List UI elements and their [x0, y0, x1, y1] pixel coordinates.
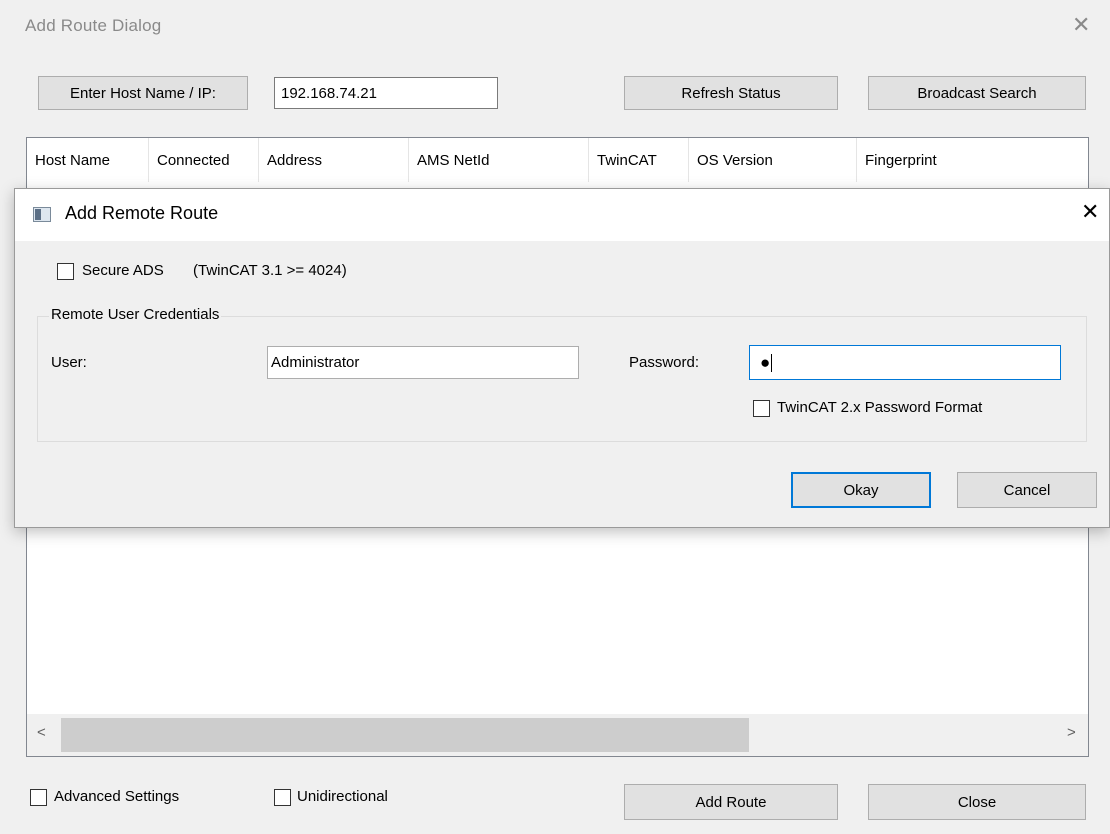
- scroll-right-arrow-icon[interactable]: >: [1067, 724, 1076, 741]
- column-host-name[interactable]: Host Name: [27, 138, 149, 182]
- modal-close-icon[interactable]: ✕: [1081, 201, 1099, 223]
- host-ip-input[interactable]: 192.168.74.21: [274, 77, 498, 109]
- broadcast-search-button[interactable]: Broadcast Search: [868, 76, 1086, 110]
- modal-title: Add Remote Route: [65, 203, 219, 223]
- secure-ads-note: (TwinCAT 3.1 >= 4024): [193, 262, 347, 279]
- scroll-left-arrow-icon[interactable]: <: [37, 724, 46, 741]
- window-icon: [33, 207, 51, 222]
- horizontal-scrollbar[interactable]: < >: [27, 714, 1088, 756]
- enter-host-button[interactable]: Enter Host Name / IP:: [38, 76, 248, 110]
- column-os-version[interactable]: OS Version: [689, 138, 857, 182]
- cancel-button[interactable]: Cancel: [957, 472, 1097, 508]
- secure-ads-checkbox[interactable]: [57, 263, 74, 280]
- column-fingerprint[interactable]: Fingerprint: [857, 138, 1088, 182]
- column-address[interactable]: Address: [259, 138, 409, 182]
- twincat2-password-format-label: TwinCAT 2.x Password Format: [777, 399, 983, 416]
- okay-button[interactable]: Okay: [791, 472, 931, 508]
- dialog-title: Add Route Dialog: [25, 16, 162, 35]
- column-twincat[interactable]: TwinCAT: [589, 138, 689, 182]
- credentials-group-label: Remote User Credentials: [49, 306, 222, 323]
- close-button[interactable]: Close: [868, 784, 1086, 820]
- scrollbar-thumb[interactable]: [61, 718, 749, 752]
- add-remote-route-dialog: Add Remote Route ✕ Secure ADS (TwinCAT 3…: [14, 188, 1110, 528]
- column-connected[interactable]: Connected: [149, 138, 259, 182]
- unidirectional-checkbox[interactable]: [274, 789, 291, 806]
- column-ams-netid[interactable]: AMS NetId: [409, 138, 589, 182]
- refresh-status-button[interactable]: Refresh Status: [624, 76, 838, 110]
- advanced-settings-label: Advanced Settings: [54, 788, 180, 805]
- password-label: Password:: [629, 354, 700, 371]
- unidirectional-label: Unidirectional: [297, 788, 388, 805]
- password-input[interactable]: ●: [749, 345, 1061, 380]
- add-route-button[interactable]: Add Route: [624, 784, 838, 820]
- advanced-settings-checkbox[interactable]: [30, 789, 47, 806]
- dialog-close-icon[interactable]: ✕: [1072, 14, 1090, 36]
- password-value: ●: [760, 352, 771, 372]
- user-label: User:: [51, 354, 87, 371]
- twincat2-password-format-checkbox[interactable]: [753, 400, 770, 417]
- user-input[interactable]: Administrator: [267, 346, 579, 379]
- text-caret: [771, 353, 773, 372]
- secure-ads-label: Secure ADS: [82, 262, 164, 279]
